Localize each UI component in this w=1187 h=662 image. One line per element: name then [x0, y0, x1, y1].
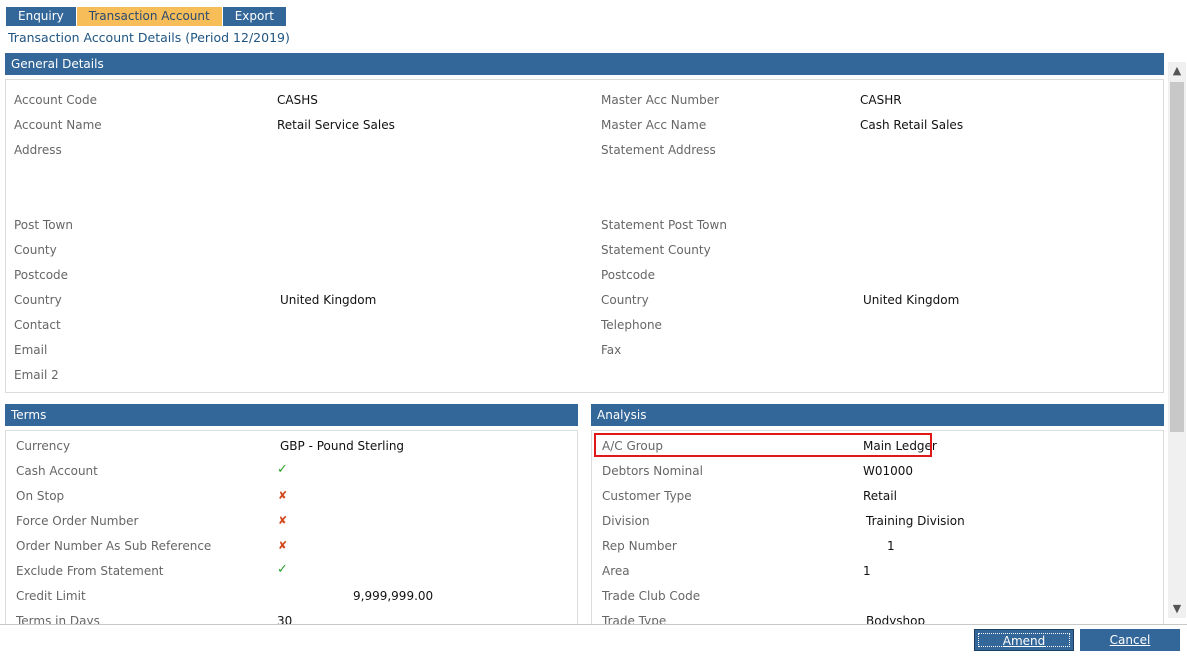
value-statement-country: United Kingdom: [863, 293, 960, 307]
label-force-order-number: Force Order Number: [16, 514, 139, 528]
label-email: Email: [14, 343, 48, 357]
analysis-header: Analysis: [591, 404, 1164, 426]
page-title: Transaction Account Details (Period 12/2…: [8, 30, 290, 45]
label-division: Division: [602, 514, 650, 528]
label-trade-club-code: Trade Club Code: [602, 589, 701, 603]
tab-bar: Enquiry Transaction Account Export: [6, 7, 286, 26]
terms-header: Terms: [5, 404, 578, 426]
label-telephone: Telephone: [601, 318, 662, 332]
label-statement-country: Country: [601, 293, 649, 307]
scrollbar-thumb[interactable]: [1170, 82, 1184, 432]
label-rep-number: Rep Number: [602, 539, 677, 553]
label-post-town: Post Town: [14, 218, 73, 232]
value-division: Training Division: [866, 514, 965, 528]
check-icon: ✓: [277, 462, 288, 477]
label-postcode: Postcode: [14, 268, 69, 282]
label-statement-post-town: Statement Post Town: [601, 218, 727, 232]
label-order-number-sub-reference: Order Number As Sub Reference: [16, 539, 212, 553]
value-country: United Kingdom: [280, 293, 377, 307]
label-cash-account: Cash Account: [16, 464, 98, 478]
label-area: Area: [602, 564, 630, 578]
cross-icon: ✘: [278, 514, 288, 527]
focus-ring: [978, 633, 1070, 647]
value-currency: GBP - Pound Sterling: [280, 439, 405, 453]
value-account-name: Retail Service Sales: [277, 118, 395, 132]
ac-group-highlight: [594, 433, 932, 457]
label-email-2: Email 2: [14, 368, 59, 382]
value-master-acc-number: CASHR: [860, 93, 902, 107]
cross-icon: ✘: [278, 539, 288, 552]
label-on-stop: On Stop: [16, 489, 65, 503]
cancel-button[interactable]: Cancel: [1080, 629, 1180, 651]
terms-panel: [5, 430, 578, 630]
value-debtors-nominal: W01000: [863, 464, 914, 478]
value-credit-limit: 9,999,999.00: [353, 589, 434, 603]
label-statement-address: Statement Address: [601, 143, 716, 157]
label-fax: Fax: [601, 343, 622, 357]
label-country: Country: [14, 293, 62, 307]
check-icon: ✓: [277, 562, 288, 577]
value-master-acc-name: Cash Retail Sales: [860, 118, 964, 132]
tab-enquiry[interactable]: Enquiry: [6, 7, 76, 26]
label-master-acc-name: Master Acc Name: [601, 118, 707, 132]
label-master-acc-number: Master Acc Number: [601, 93, 720, 107]
general-details-header: General Details: [5, 53, 1164, 75]
value-rep-number: 1: [887, 539, 895, 553]
general-details-panel: [5, 79, 1164, 393]
value-area: 1: [863, 564, 871, 578]
label-debtors-nominal: Debtors Nominal: [602, 464, 703, 478]
amend-button[interactable]: Amend: [974, 629, 1074, 651]
label-credit-limit: Credit Limit: [16, 589, 86, 603]
label-currency: Currency: [16, 439, 71, 453]
chevron-down-icon[interactable]: ▼: [1168, 600, 1186, 618]
tab-transaction-account[interactable]: Transaction Account: [76, 7, 222, 26]
label-account-name: Account Name: [14, 118, 102, 132]
label-county: County: [14, 243, 57, 257]
tab-export[interactable]: Export: [222, 7, 286, 26]
label-address: Address: [14, 143, 62, 157]
value-account-code: CASHS: [277, 93, 318, 107]
chevron-up-icon[interactable]: ▲: [1168, 62, 1186, 80]
vertical-scrollbar[interactable]: ▲ ▼: [1168, 62, 1186, 618]
label-statement-postcode: Postcode: [601, 268, 656, 282]
label-statement-county: Statement County: [601, 243, 711, 257]
cancel-button-label: Cancel: [1109, 633, 1151, 647]
label-contact: Contact: [14, 318, 61, 332]
label-customer-type: Customer Type: [602, 489, 692, 503]
label-account-code: Account Code: [14, 93, 97, 107]
transaction-account-window: Enquiry Transaction Account Export Trans…: [0, 0, 1187, 662]
cross-icon: ✘: [278, 489, 288, 502]
label-exclude-from-statement: Exclude From Statement: [16, 564, 164, 578]
value-customer-type: Retail: [863, 489, 897, 503]
